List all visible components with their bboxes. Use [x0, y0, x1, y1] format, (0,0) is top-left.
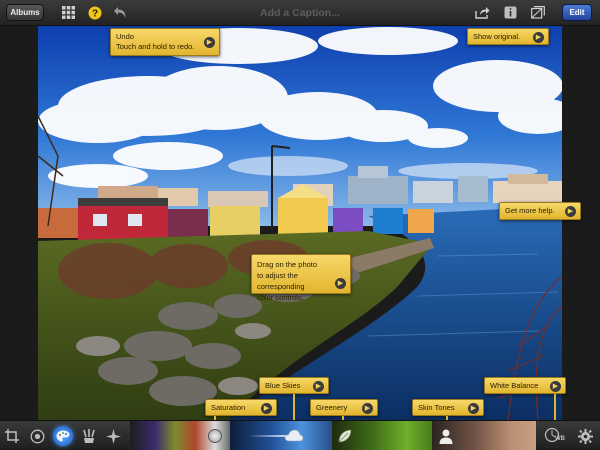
more-help-tip-label: Get more help. — [505, 206, 555, 215]
effects-icon[interactable] — [105, 428, 121, 444]
arrow-right-icon[interactable]: ▶ — [261, 402, 272, 414]
drag-tip-line-3: color controls. — [257, 293, 304, 302]
greenery-tip-label: Greenery — [316, 403, 348, 412]
caption-input[interactable]: Add a Caption... — [205, 5, 395, 21]
arrow-right-icon[interactable]: ▶ — [362, 402, 373, 414]
share-icon[interactable] — [475, 5, 490, 20]
skin-tones-tip-label: Skin Tones — [418, 403, 455, 412]
undo-icon[interactable] — [113, 5, 128, 20]
saturation-knob-icon[interactable] — [208, 429, 222, 443]
show-original-tip-label: Show original. — [473, 32, 521, 41]
photo-frame — [0, 26, 600, 420]
blue-skies-tip-label: Blue Skies — [265, 381, 301, 390]
greenery-strip[interactable] — [332, 421, 432, 450]
compare-icon[interactable] — [530, 5, 545, 20]
info-icon[interactable] — [503, 5, 518, 20]
edit-button[interactable]: Edit — [562, 4, 592, 21]
white-balance-tip-label: White Balance — [490, 381, 539, 390]
bottom-toolbar: WB — [0, 420, 600, 450]
albums-button[interactable]: Albums — [6, 4, 44, 21]
saturation-strip[interactable] — [130, 421, 230, 450]
top-toolbar: Albums ? Add a Caption... Edit — [0, 0, 600, 26]
arrow-right-icon[interactable]: ▶ — [533, 31, 544, 43]
white-balance-tip[interactable]: White Balance ▶ — [484, 377, 566, 394]
arrow-right-icon[interactable]: ▶ — [550, 380, 561, 392]
skin-tones-strip[interactable] — [432, 421, 536, 450]
brushes-icon[interactable] — [81, 428, 97, 444]
greenery-tip[interactable]: Greenery ▶ — [310, 399, 378, 416]
cloud-icon[interactable] — [284, 428, 304, 442]
photo-canvas[interactable] — [38, 26, 562, 420]
drag-photo-tip[interactable]: Drag on the photo to adjust the correspo… — [251, 254, 351, 302]
grid-icon[interactable] — [61, 5, 76, 20]
white-balance-pin — [554, 394, 556, 422]
show-original-tip[interactable]: Show original. ▶ — [467, 28, 549, 45]
undo-tip-title: Undo — [116, 32, 134, 41]
help-icon[interactable]: ? — [87, 5, 102, 20]
gear-icon[interactable] — [577, 428, 593, 444]
white-balance-label: WB — [555, 436, 565, 442]
drag-tip-line-1: Drag on the photo — [257, 260, 318, 269]
blue-skies-strip[interactable] — [230, 421, 332, 450]
saturation-tip-label: Saturation — [211, 403, 246, 412]
saturation-tip[interactable]: Saturation ▶ — [205, 399, 277, 416]
person-icon[interactable] — [438, 428, 454, 444]
color-icon[interactable] — [53, 426, 73, 446]
leaf-icon[interactable] — [337, 428, 353, 444]
drag-tip-line-2: to adjust the corresponding — [257, 271, 305, 291]
arrow-right-icon[interactable]: ▶ — [468, 402, 479, 414]
arrow-right-icon[interactable]: ▶ — [335, 278, 346, 289]
svg-text:?: ? — [91, 8, 97, 19]
arrow-right-icon[interactable]: ▶ — [565, 206, 576, 217]
blue-skies-tip[interactable]: Blue Skies ▶ — [259, 377, 329, 394]
more-help-tip[interactable]: Get more help. ▶ — [499, 202, 581, 220]
undo-tip-body: Touch and hold to redo. — [116, 42, 195, 51]
arrow-right-icon[interactable]: ▶ — [204, 37, 215, 48]
arrow-right-icon[interactable]: ▶ — [313, 380, 324, 392]
exposure-icon[interactable] — [29, 428, 45, 444]
crop-icon[interactable] — [4, 428, 20, 444]
skin-tones-tip[interactable]: Skin Tones ▶ — [412, 399, 484, 416]
undo-tip[interactable]: Undo Touch and hold to redo. ▶ — [110, 28, 220, 56]
